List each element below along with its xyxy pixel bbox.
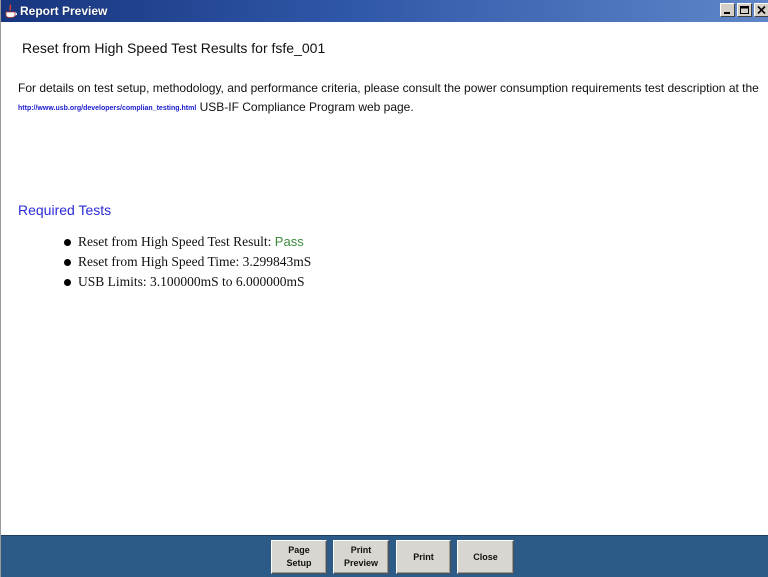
print-preview-label-line1: Print [350, 545, 372, 555]
report-preview-window: Report Preview Reset from High Speed Tes… [0, 0, 768, 577]
page-setup-button[interactable]: Page Setup [271, 540, 327, 574]
window-controls [718, 3, 768, 19]
test-time-label: Reset from High Speed Time: 3.299843mS [78, 254, 312, 269]
print-preview-button[interactable]: Print Preview [333, 540, 389, 574]
close-label: Close [473, 551, 498, 562]
title-bar[interactable]: Report Preview [1, 0, 768, 22]
usb-limits-label: USB Limits: 3.100000mS to 6.000000mS [78, 274, 305, 289]
close-report-button[interactable]: Close [457, 540, 514, 574]
bullet-icon [64, 259, 71, 266]
intro-text: For details on test setup, methodology, … [18, 81, 759, 95]
intro-text-end: USB-IF Compliance Program web page. [196, 100, 414, 114]
bullet-icon [64, 239, 71, 246]
test-result-status: Pass [274, 234, 304, 249]
close-button[interactable] [754, 3, 768, 17]
minimize-icon [724, 12, 730, 14]
print-label: Print [413, 551, 434, 562]
button-bar: Page Setup Print Preview Print Close [1, 535, 768, 577]
window-title: Report Preview [20, 4, 108, 18]
compliance-link[interactable]: http://www.usb.org/developers/complian_t… [18, 105, 196, 112]
report-intro: For details on test setup, methodology, … [18, 79, 762, 118]
usb-limits-item: USB Limits: 3.100000mS to 6.000000mS [64, 272, 311, 292]
print-button[interactable]: Print [396, 540, 451, 574]
required-tests-heading: Required Tests [18, 202, 112, 218]
maximize-button[interactable] [737, 3, 752, 17]
report-content[interactable]: Reset from High Speed Test Results for f… [2, 22, 768, 535]
page-setup-label-line1: Page [288, 545, 310, 555]
test-time-item: Reset from High Speed Time: 3.299843mS [64, 252, 311, 272]
close-icon [757, 5, 766, 15]
test-results-list: Reset from High Speed Test Result: Pass … [64, 232, 311, 292]
bullet-icon [64, 279, 71, 286]
page-setup-label-line2: Setup [286, 558, 312, 568]
test-result-item: Reset from High Speed Test Result: Pass [64, 232, 311, 252]
print-preview-label-line2: Preview [343, 558, 379, 568]
minimize-button[interactable] [720, 3, 735, 17]
maximize-icon [740, 6, 749, 14]
report-title: Reset from High Speed Test Results for f… [22, 40, 326, 56]
test-result-label: Reset from High Speed Test Result: [78, 234, 275, 249]
java-coffee-icon [5, 4, 17, 18]
